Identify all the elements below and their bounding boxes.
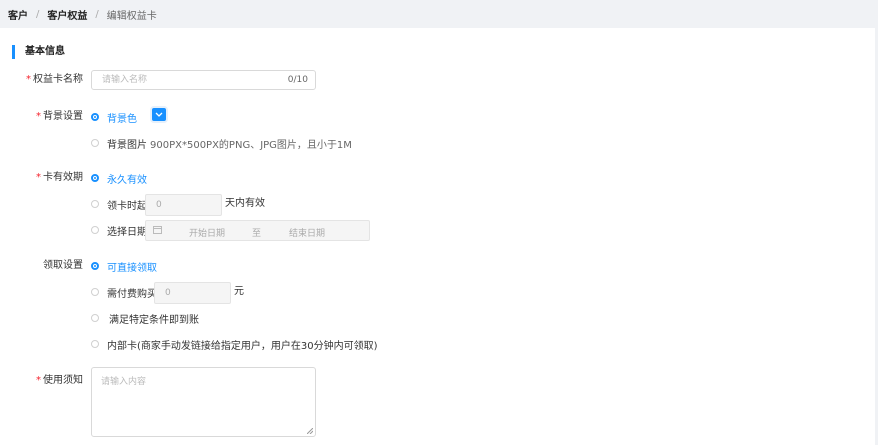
notice-placeholder: 请输入内容 [101, 377, 147, 387]
card-name-input[interactable]: 请输入名称 0/10 [91, 70, 316, 90]
start-date-placeholder[interactable]: 开始日期 [189, 226, 225, 239]
background-label: * 背景设置 [36, 111, 83, 122]
radio-label: 背景图片 [107, 139, 147, 151]
validity-label: * 卡有效期 [36, 172, 83, 183]
validity-days-input[interactable]: 0 [145, 194, 222, 216]
breadcrumb-customer-benefits[interactable]: 客户权益 [47, 7, 87, 22]
resize-handle-icon[interactable] [307, 428, 313, 434]
breadcrumb-separator: / [95, 8, 99, 20]
radio-label: 领卡时起 [107, 200, 147, 212]
radio-background-image[interactable]: 背景图片 900PX*500PX的PNG、JPG图片，且小于1M [91, 136, 352, 151]
radio-background-color[interactable]: 背景色 [91, 110, 137, 125]
validity-days-suffix: 天内有效 [225, 198, 265, 209]
image-hint: 900PX*500PX的PNG、JPG图片，且小于1M [150, 139, 352, 151]
radio-label: 选择日期 [107, 226, 147, 238]
section-title: 基本信息 [12, 45, 65, 59]
radio-label: 可直接领取 [107, 262, 157, 274]
breadcrumb-customer[interactable]: 客户 [8, 7, 28, 22]
breadcrumb-separator: / [36, 8, 40, 20]
card-name-label: * 权益卡名称 [26, 74, 83, 85]
range-separator: 至 [252, 229, 262, 239]
radio-claim-condition[interactable]: 满足特定条件即到账 [91, 311, 199, 326]
radio-label: 背景色 [107, 113, 137, 125]
card-name-placeholder: 请输入名称 [102, 75, 148, 85]
date-range-picker[interactable]: 开始日期 至 结束日期 [145, 220, 370, 241]
radio-dot [91, 200, 99, 208]
radio-claim-paid[interactable]: 需付费购买 [91, 285, 157, 300]
radio-validity-range[interactable]: 选择日期 [91, 223, 147, 238]
radio-dot [91, 288, 99, 296]
card-name-counter: 0/10 [287, 75, 308, 85]
radio-dot [91, 226, 99, 234]
validity-days-value: 0 [156, 200, 162, 210]
chevron-down-icon [155, 112, 163, 117]
color-picker-button[interactable] [152, 108, 166, 121]
claim-label: 领取设置 [43, 260, 83, 271]
radio-validity-forever[interactable]: 永久有效 [91, 171, 147, 186]
radio-dot [91, 174, 99, 182]
radio-dot [91, 340, 99, 348]
radio-label: 永久有效 [107, 174, 147, 186]
radio-dot [91, 139, 99, 147]
radio-dot [91, 113, 99, 121]
end-date-placeholder[interactable]: 结束日期 [289, 226, 325, 239]
radio-label: 内部卡(商家手动发链接给指定用户，用户在30分钟内可领取) [107, 340, 378, 352]
paid-price-unit: 元 [234, 286, 244, 297]
radio-dot [91, 262, 99, 270]
breadcrumb-edit-card: 编辑权益卡 [106, 10, 157, 22]
radio-label: 需付费购买 [107, 288, 157, 300]
form-card: 基本信息 * 权益卡名称 请输入名称 0/10 * 背景设置 背景色 背景图片 90… [0, 28, 875, 445]
notice-label: * 使用须知 [36, 375, 83, 386]
radio-validity-days[interactable]: 领卡时起 [91, 197, 147, 212]
breadcrumb: 客户 / 客户权益 / 编辑权益卡 [0, 0, 878, 28]
radio-label: 满足特定条件即到账 [109, 314, 199, 326]
paid-price-input[interactable]: 0 [154, 282, 231, 304]
calendar-icon [153, 226, 162, 234]
radio-claim-direct[interactable]: 可直接领取 [91, 259, 157, 274]
radio-dot [91, 314, 99, 322]
radio-claim-internal[interactable]: 内部卡(商家手动发链接给指定用户，用户在30分钟内可领取) [91, 337, 378, 352]
notice-textarea[interactable]: 请输入内容 [91, 367, 316, 437]
paid-price-value: 0 [165, 288, 171, 298]
